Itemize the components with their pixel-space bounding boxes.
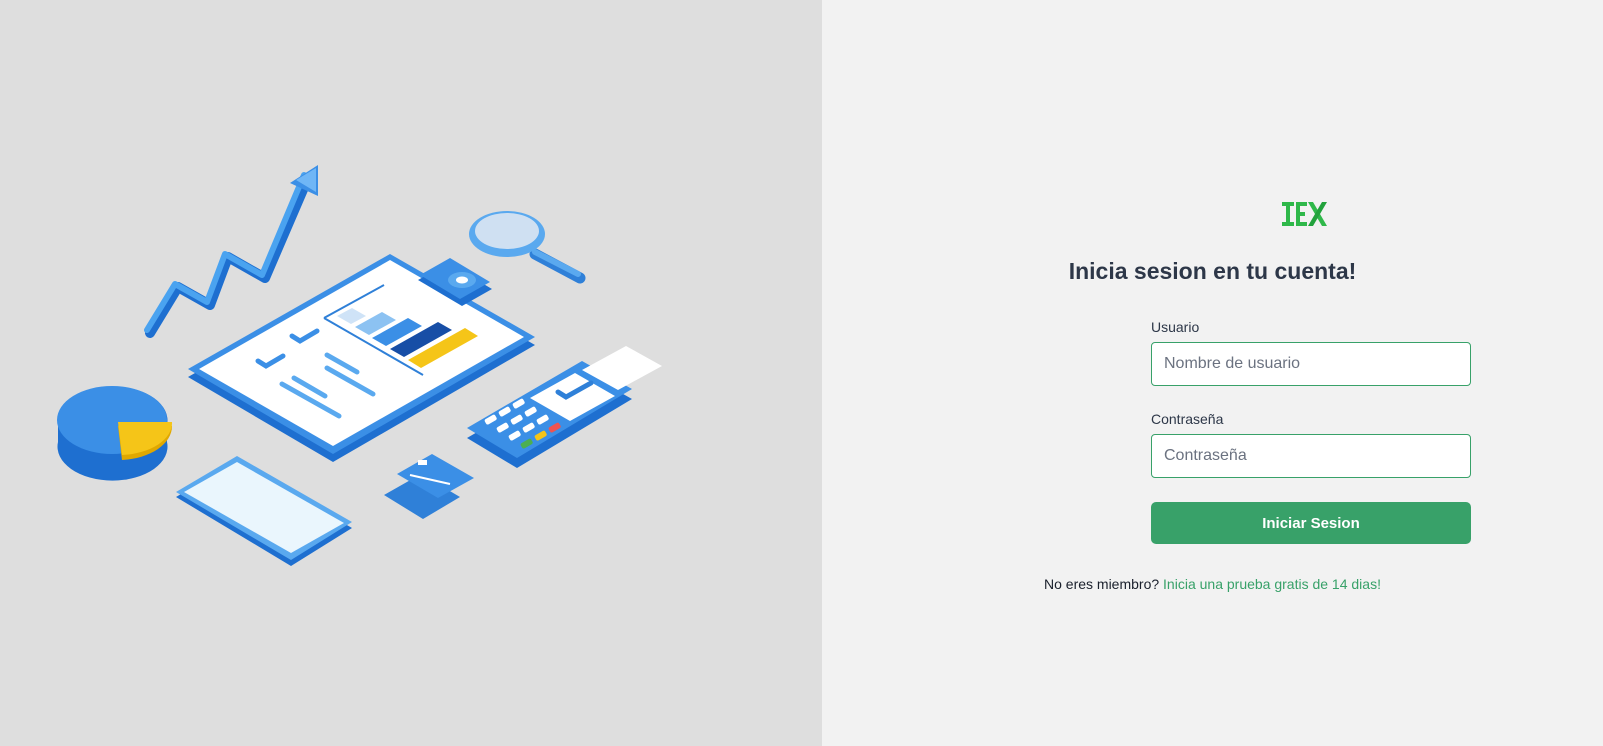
pie-chart-icon — [57, 386, 173, 481]
signup-prompt: No eres miembro? — [1044, 576, 1160, 592]
cex-logo-icon — [1282, 202, 1327, 226]
page-title: Inicia sesion en tu cuenta! — [1068, 258, 1357, 284]
username-input[interactable] — [1151, 342, 1471, 386]
login-button[interactable]: Iniciar Sesion — [1151, 502, 1471, 544]
phone-icon — [176, 456, 352, 566]
illustration-panel — [0, 0, 822, 746]
username-label: Usuario — [1151, 319, 1200, 335]
trend-arrow-icon — [144, 165, 318, 338]
login-panel: Inicia sesion en tu cuenta! Usuario Cont… — [822, 0, 1603, 746]
finance-dashboard-illustration — [57, 165, 662, 566]
password-label: Contraseña — [1151, 411, 1224, 427]
credit-card-icon — [384, 454, 474, 519]
signup-suffix: ! — [1377, 576, 1381, 592]
free-trial-link[interactable]: Inicia una prueba gratis de 14 dias — [1163, 576, 1377, 592]
magnifier-icon — [469, 211, 586, 284]
signup-prompt-line: No eres miembro? Inicia una prueba grati… — [822, 576, 1603, 592]
password-input[interactable] — [1151, 434, 1471, 478]
